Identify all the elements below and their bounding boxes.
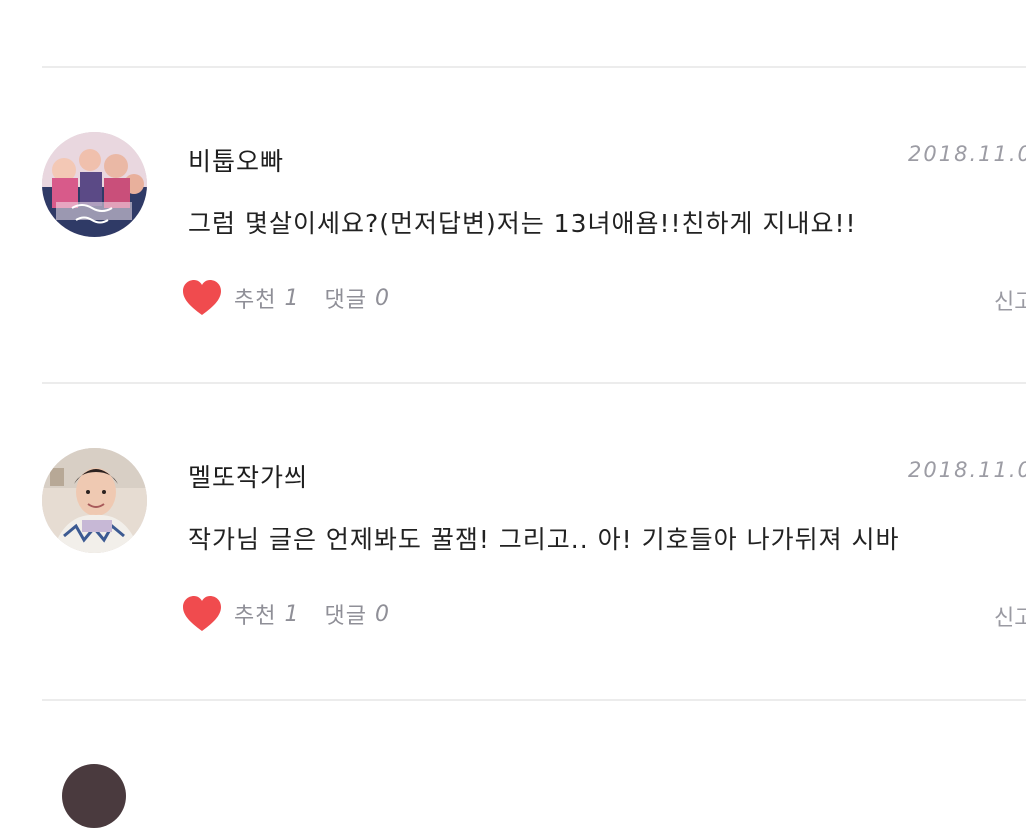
heart-icon [183,596,221,631]
avatar[interactable] [42,448,147,553]
comment-date: 2018.11.0 [908,142,1026,166]
comment-text: 작가님 글은 언제봐도 꿀잼! 그리고.. 아! 기호들아 나가뒤져 시바 [188,525,900,554]
comment-text: 그럼 몇살이세요?(먼저답변)저는 13녀애욤!!친하게 지내요!! [188,209,857,238]
reply-label: 댓글 [324,604,367,629]
comment-actions: 추천 1 댓글 0 [182,594,389,634]
recommend-count: 1 [284,285,299,311]
comment-list: 비툽오빠 2018.11.0 그럼 몇살이세요?(먼저답변)저는 13녀애욤!!… [42,0,1026,828]
comment-item: 멜또작가씌 2018.11.0 작가님 글은 언제봐도 꿀잼! 그리고.. 아!… [42,384,1026,700]
recommend-button[interactable]: 추천 1 [182,595,298,633]
comment-item: 비툽오빠 2018.11.0 그럼 몇살이세요?(먼저답변)저는 13녀애욤!!… [42,68,1026,384]
recommend-count: 1 [284,601,299,627]
reply-button[interactable]: 댓글 0 [324,598,388,630]
divider [42,699,1026,701]
comment-date: 2018.11.0 [908,458,1026,482]
avatar[interactable] [42,132,147,237]
heart-icon [183,280,221,315]
reply-label: 댓글 [324,288,367,313]
recommend-label: 추천 [234,288,277,313]
comment-actions: 추천 1 댓글 0 [182,278,389,318]
recommend-button[interactable]: 추천 1 [182,279,298,317]
username[interactable]: 멜또작가씌 [188,458,308,494]
username[interactable]: 비툽오빠 [188,142,284,178]
reply-count: 0 [374,601,389,627]
report-button[interactable]: 신고 [994,600,1026,632]
recommend-label: 추천 [234,604,277,629]
reply-button[interactable]: 댓글 0 [324,282,388,314]
report-button[interactable]: 신고 [994,284,1026,316]
reply-count: 0 [374,285,389,311]
avatar[interactable] [62,764,126,828]
